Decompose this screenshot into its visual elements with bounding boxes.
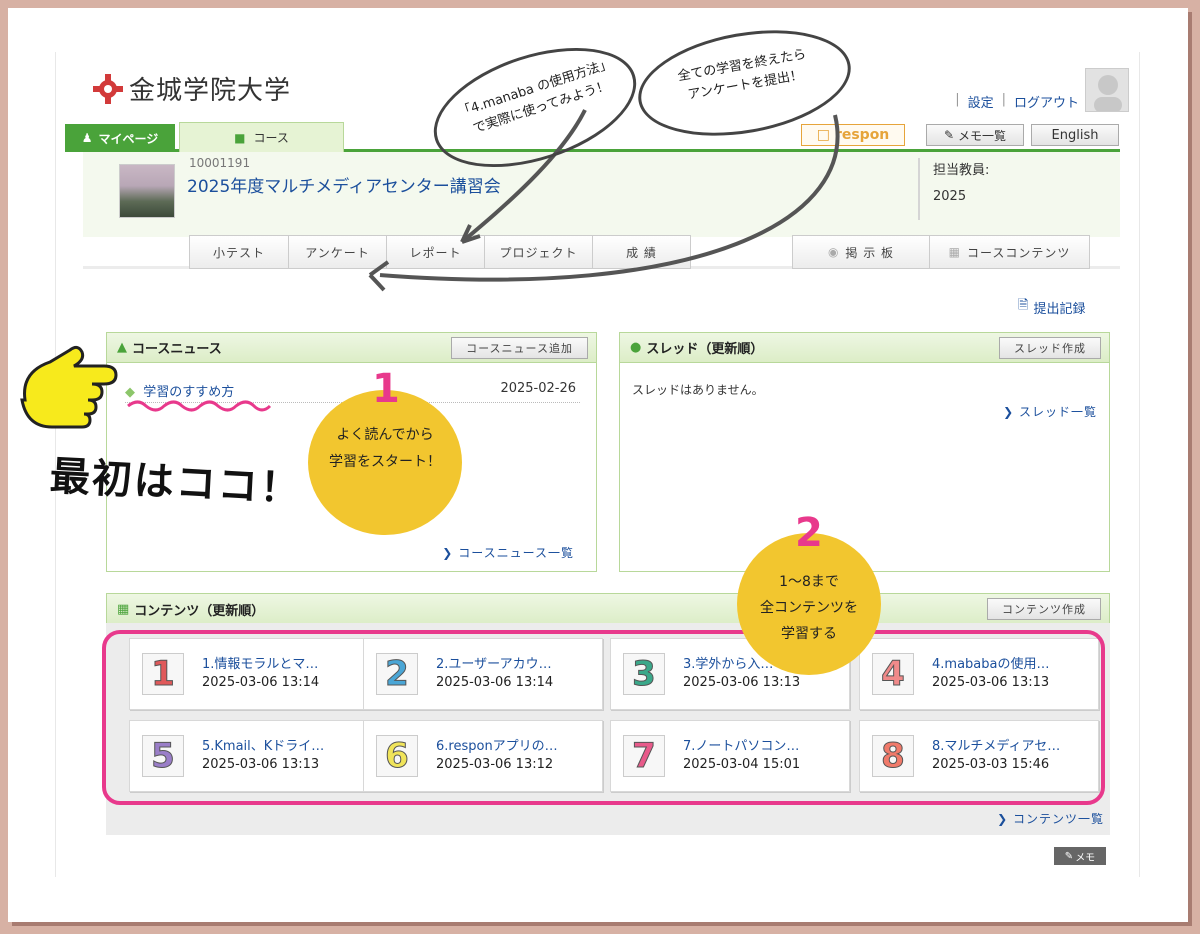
step1-line2: 学習をスタート！ <box>329 454 441 470</box>
step2-line3: 学習する <box>781 626 837 642</box>
step2-line1: 1～8まで <box>779 574 839 590</box>
step1-number: 1 <box>372 366 400 412</box>
step2-number: 2 <box>795 510 823 556</box>
pointing-hand-icon <box>20 345 118 429</box>
step1-line1: よく読んでから <box>336 427 434 443</box>
step2-line2: 全コンテンツを <box>760 600 858 616</box>
